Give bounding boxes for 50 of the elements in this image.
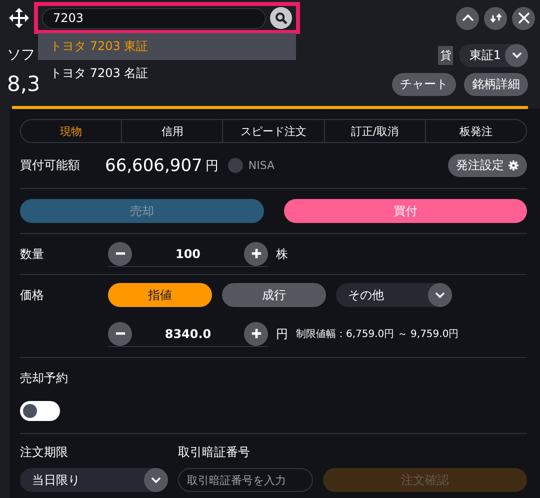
price-field[interactable]: 8340.0	[132, 326, 244, 342]
plus-button[interactable]	[244, 242, 268, 266]
market-select[interactable]: 東証1	[459, 44, 528, 66]
arrows-icon	[490, 12, 502, 24]
price-type-button[interactable]: 成行	[222, 283, 326, 307]
collapse-button[interactable]	[456, 6, 479, 30]
unit-label: 円	[205, 158, 218, 174]
lending-badge: 貸	[438, 46, 454, 64]
gear-icon	[508, 160, 519, 171]
tab[interactable]: スピード注文	[222, 120, 324, 142]
search-button[interactable]	[270, 7, 292, 29]
other-select[interactable]: その他	[336, 283, 452, 307]
field-label: 価格	[20, 286, 45, 304]
suggestion-item[interactable]: トヨタ 7203 東証	[38, 33, 296, 60]
plus-icon	[250, 328, 262, 339]
amount-value: 66,606,907	[105, 156, 202, 176]
nisa-toggle[interactable]	[228, 158, 244, 173]
swap-button[interactable]	[484, 6, 507, 30]
field-label: 注文期限	[20, 444, 69, 461]
plus-button[interactable]	[244, 322, 268, 346]
close-button[interactable]	[512, 6, 535, 30]
nisa-label: NISA	[248, 159, 275, 172]
move-icon[interactable]	[9, 8, 29, 28]
toggle-switch[interactable]	[20, 401, 60, 421]
quantity-field[interactable]: 100	[132, 246, 244, 262]
field-label: 取引暗証番号	[178, 444, 251, 461]
stock-name: ソフ	[7, 46, 35, 64]
tab[interactable]: 現物	[21, 120, 122, 142]
tab[interactable]: 信用	[121, 120, 222, 142]
field-label: 数量	[20, 246, 45, 262]
settings-button[interactable]: 発注設定	[448, 154, 527, 177]
minus-button[interactable]	[108, 322, 132, 346]
minus-button[interactable]	[108, 242, 132, 266]
tab[interactable]: 訂正/取消	[324, 120, 425, 142]
plus-icon	[250, 248, 262, 259]
field-label: 売却予約	[20, 370, 68, 387]
pin-field[interactable]: 取引暗証番号を入力	[178, 468, 313, 492]
unit-label: 円	[276, 326, 288, 342]
stock-price: 8,3	[7, 72, 40, 96]
search-icon	[274, 12, 288, 24]
field-label: 買付可能額	[20, 157, 80, 174]
tab[interactable]: 板発注	[424, 120, 526, 142]
price-type-button[interactable]: 指値	[108, 283, 212, 307]
header-button[interactable]: チャート	[392, 72, 456, 96]
close-icon	[516, 11, 530, 25]
limit-range-text: 制限値幅：6,759.0円 ～ 9,759.0円	[296, 328, 459, 341]
search-field[interactable]: 7203	[42, 8, 266, 28]
unit-label: 株	[276, 246, 288, 262]
header-button[interactable]: 銘柄詳細	[464, 72, 528, 96]
expiry-select[interactable]: 当日限り	[20, 468, 168, 492]
